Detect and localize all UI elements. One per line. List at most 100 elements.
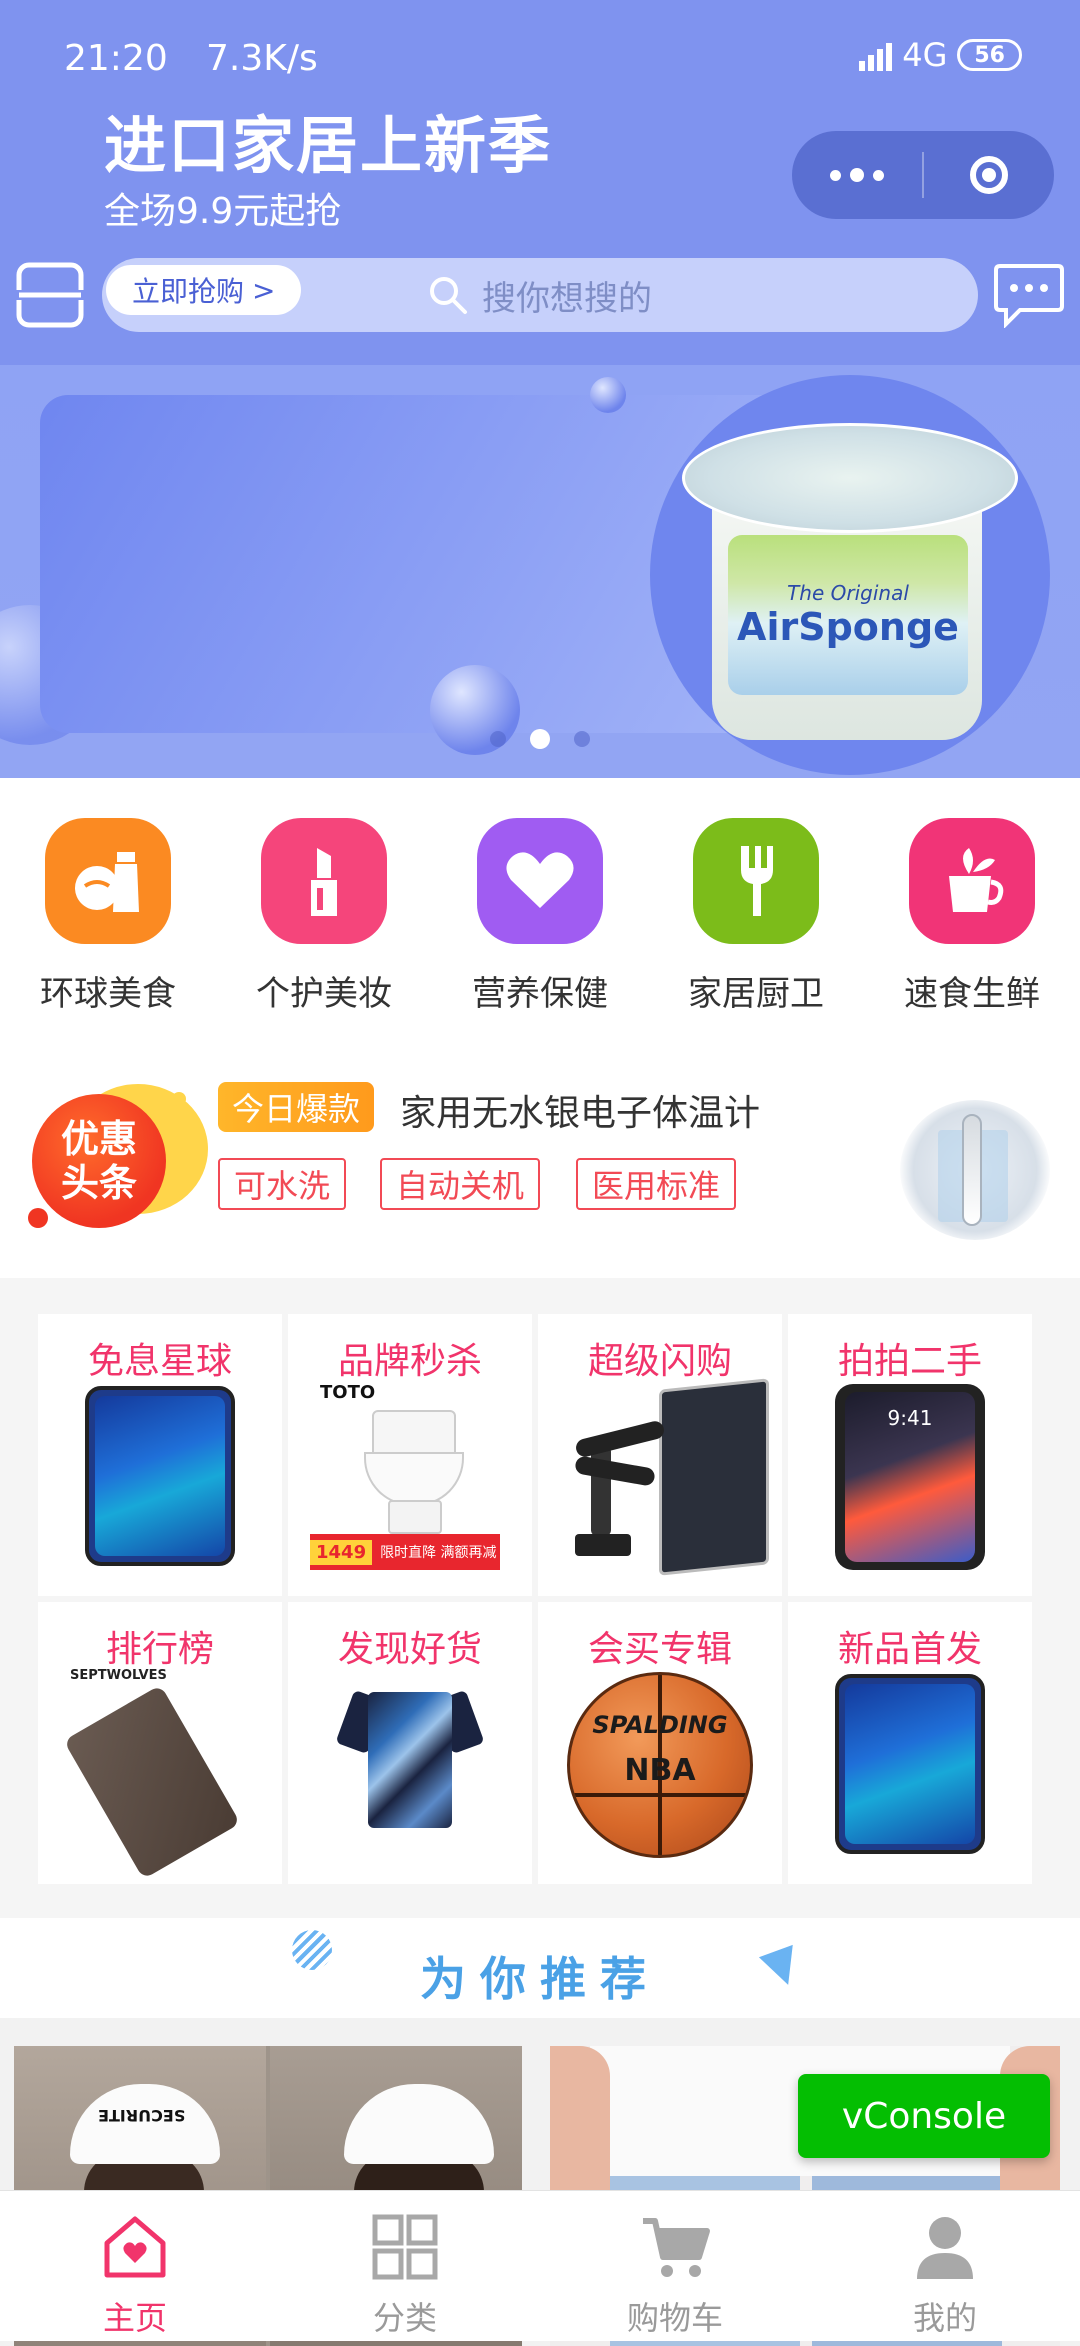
category-fresh[interactable]: 速食生鲜 xyxy=(882,818,1062,1015)
grid-icon xyxy=(372,2214,438,2280)
close-miniprogram-button[interactable] xyxy=(924,131,1054,219)
grid-item-new-arrival[interactable]: 新品首发 xyxy=(788,1602,1032,1884)
category-beauty[interactable]: 个护美妆 xyxy=(234,818,414,1015)
grid-item-interest-free[interactable]: 免息星球 xyxy=(38,1314,282,1596)
wallet-brand: SEPTWOLVES xyxy=(70,1668,167,1683)
iphone-time: 9:41 xyxy=(887,1406,933,1430)
lipstick-icon xyxy=(261,818,387,944)
toilet-price: 1449 xyxy=(310,1539,373,1565)
recommend-title: 为你推荐 xyxy=(420,1952,660,2006)
ball-mark: NBA xyxy=(624,1753,696,1788)
grid-item-ranking[interactable]: 排行榜 SEPTWOLVES xyxy=(38,1602,282,1884)
chevron-right-icon: > xyxy=(252,273,276,307)
tab-label: 分类 xyxy=(372,2299,437,2337)
status-icons: 4G 56 xyxy=(859,36,1022,74)
promo-banner[interactable]: The Original AirSponge xyxy=(0,365,1080,778)
banner-buy-button[interactable]: 立即抢购 > xyxy=(106,265,302,315)
user-icon xyxy=(917,2217,973,2279)
tab-label: 我的 xyxy=(912,2299,977,2337)
heart-icon xyxy=(477,818,603,944)
tshirt-image xyxy=(335,1682,485,1842)
network-type: 4G xyxy=(902,36,948,74)
more-options-button[interactable] xyxy=(792,131,922,219)
toilet-image: TOTO 1449 限时直降 满额再减 xyxy=(310,1382,510,1572)
feature-grid: 免息星球 品牌秒杀 TOTO 1449 限时直降 满额再减 超级闪购 拍拍二手 … xyxy=(0,1278,1080,1918)
category-label: 家居厨卫 xyxy=(688,974,824,1014)
home-icon xyxy=(104,2216,166,2278)
search-placeholder: 搜你想搜的 xyxy=(482,278,652,319)
thermometer-image[interactable] xyxy=(900,1100,1050,1240)
grid-item-title: 品牌秒杀 xyxy=(337,1341,482,1382)
feature-tag: 可水洗 xyxy=(218,1158,347,1210)
feature-tag: 自动关机 xyxy=(380,1158,541,1210)
carousel-dot-active[interactable] xyxy=(530,729,550,749)
phone-image xyxy=(835,1674,985,1854)
grid-item-album[interactable]: 会买专辑 SPALDING NBA xyxy=(538,1602,782,1884)
carousel-dot[interactable] xyxy=(574,731,590,747)
phone-image xyxy=(85,1386,235,1566)
category-label: 营养保健 xyxy=(472,974,608,1014)
battery-level: 56 xyxy=(974,42,1005,68)
banner-title: 进口家居上新季 xyxy=(104,109,553,182)
banner-subtitle: 全场9.9元起抢 xyxy=(104,191,342,232)
monitor-arm-image xyxy=(555,1376,769,1576)
grid-item-title: 拍拍二手 xyxy=(837,1341,982,1382)
signal-icon xyxy=(859,39,893,71)
cart-icon xyxy=(643,2218,710,2277)
bottom-tab-bar: 主页 分类 购物车 我的 xyxy=(0,2190,1080,2341)
product-lid xyxy=(682,423,1018,533)
category-kitchen[interactable]: 家居厨卫 xyxy=(666,818,846,1015)
grid-item-title: 发现好货 xyxy=(337,1629,482,1670)
category-food[interactable]: 环球美食 xyxy=(18,818,198,1015)
promo-title[interactable]: 家用无水银电子体温计 xyxy=(400,1084,760,1136)
miniprogram-capsule xyxy=(792,131,1054,219)
feature-tag: 医用标准 xyxy=(576,1158,737,1210)
toilet-brand: TOTO xyxy=(320,1382,376,1403)
fork-icon xyxy=(693,818,819,944)
promo-badge-line2: 头条 xyxy=(60,1161,137,1205)
product-label-brand: AirSponge xyxy=(737,605,959,649)
product-label: The Original AirSponge xyxy=(728,535,968,695)
category-label: 速食生鲜 xyxy=(904,974,1040,1014)
status-network-speed: 7.3K/s xyxy=(206,38,318,79)
status-time: 21:20 xyxy=(64,38,168,79)
banner-button-label: 立即抢购 xyxy=(132,275,245,308)
grid-item-brand-flash-sale[interactable]: 品牌秒杀 TOTO 1449 限时直降 满额再减 xyxy=(288,1314,532,1596)
carousel-indicator xyxy=(490,729,590,749)
target-icon xyxy=(970,156,1008,194)
grid-item-super-flash[interactable]: 超级闪购 xyxy=(538,1314,782,1596)
cap-text: SECURITE xyxy=(98,2106,186,2125)
carousel-dot[interactable] xyxy=(490,731,506,747)
search-icon xyxy=(430,277,467,314)
iphone-image: 9:41 xyxy=(835,1384,985,1570)
toilet-promo: 限时直降 满额再减 xyxy=(380,1545,497,1561)
tab-label: 主页 xyxy=(102,2299,167,2337)
grid-item-title: 免息星球 xyxy=(87,1341,232,1382)
tab-mine[interactable]: 我的 xyxy=(810,2191,1080,2341)
scan-icon[interactable] xyxy=(16,262,84,328)
tab-label: 购物车 xyxy=(626,2299,723,2337)
category-label: 环球美食 xyxy=(40,974,176,1014)
grid-item-title: 排行榜 xyxy=(105,1629,214,1670)
food-icon xyxy=(45,818,171,944)
grid-item-second-hand[interactable]: 拍拍二手 9:41 xyxy=(788,1314,1032,1596)
category-label: 个护美妆 xyxy=(256,974,392,1014)
wallet-image: SEPTWOLVES xyxy=(60,1668,260,1880)
promo-badge[interactable]: 优惠 头条 xyxy=(28,1084,208,1230)
vconsole-button[interactable]: vConsole xyxy=(798,2074,1050,2158)
grid-item-title: 新品首发 xyxy=(837,1629,982,1670)
cup-icon xyxy=(909,818,1035,944)
promo-badge-line1: 优惠 xyxy=(60,1117,137,1161)
battery-icon: 56 xyxy=(957,39,1022,71)
tab-category[interactable]: 分类 xyxy=(270,2191,540,2341)
product-label-top: The Original xyxy=(787,581,909,605)
ball-brand: SPALDING xyxy=(592,1711,728,1739)
grid-item-discover[interactable]: 发现好货 xyxy=(288,1602,532,1884)
hot-tag: 今日爆款 xyxy=(218,1082,375,1132)
message-icon[interactable] xyxy=(994,262,1064,328)
grid-item-title: 会买专辑 xyxy=(587,1629,732,1670)
tab-cart[interactable]: 购物车 xyxy=(540,2191,810,2341)
category-health[interactable]: 营养保健 xyxy=(450,818,630,1015)
tab-home[interactable]: 主页 xyxy=(0,2191,270,2341)
basketball-image: SPALDING NBA xyxy=(567,1672,753,1858)
